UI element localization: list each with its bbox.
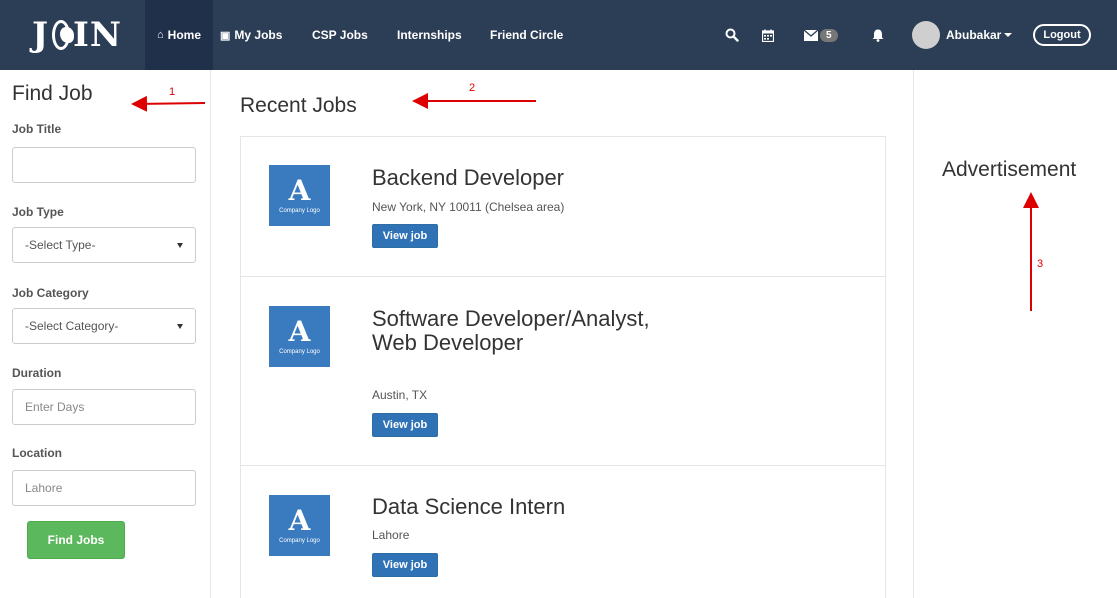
- view-job-button[interactable]: View job: [372, 413, 438, 437]
- duration-label: Duration: [12, 366, 62, 380]
- avatar[interactable]: [912, 21, 940, 49]
- view-job-button[interactable]: View job: [372, 224, 438, 248]
- job-type-select[interactable]: -Select Type-: [12, 227, 196, 263]
- annotation-label-1: 1: [169, 86, 176, 98]
- nav-my-jobs[interactable]: ▣ My Jobs: [208, 0, 294, 70]
- calendar-icon[interactable]: [762, 0, 774, 70]
- find-jobs-button[interactable]: Find Jobs: [27, 521, 125, 559]
- location-label: Location: [12, 446, 62, 460]
- advertisement-heading: Advertisement: [942, 158, 1077, 181]
- job-card: A Company Logo Backend Developer New Yor…: [240, 136, 886, 277]
- job-title-label: Job Title: [12, 122, 62, 136]
- advertisement-sidebar: [913, 70, 1117, 598]
- dropdown-arrow-icon: [177, 242, 183, 248]
- nav-csp-jobs[interactable]: CSP Jobs: [300, 0, 380, 70]
- company-logo-caption: Company Logo: [279, 208, 320, 214]
- briefcase-icon: ▣: [220, 29, 231, 42]
- user-menu[interactable]: Abubakar: [946, 0, 1013, 70]
- nav-home[interactable]: ⌂ Home: [145, 0, 213, 70]
- nav-friend-circle-label: Friend Circle: [490, 28, 564, 42]
- job-location: Lahore: [372, 528, 410, 542]
- message-count-badge: 5: [820, 28, 838, 42]
- home-icon: ⌂: [157, 29, 164, 41]
- nav-internships[interactable]: Internships: [385, 0, 474, 70]
- find-job-heading: Find Job: [12, 82, 93, 105]
- company-logo-caption: Company Logo: [279, 349, 320, 355]
- job-type-value: -Select Type-: [25, 238, 96, 252]
- logo-letter-j: J: [32, 15, 50, 55]
- location-value: Lahore: [25, 481, 63, 495]
- nav-internships-label: Internships: [397, 28, 462, 42]
- envelope-icon: [804, 29, 818, 41]
- logout-button[interactable]: Logout: [1033, 24, 1091, 46]
- company-logo: A Company Logo: [269, 495, 330, 556]
- company-logo-caption: Company Logo: [279, 538, 320, 544]
- logo-letters-in: IN: [73, 15, 122, 55]
- duration-placeholder: Enter Days: [25, 400, 85, 414]
- duration-input[interactable]: Enter Days: [12, 389, 196, 425]
- annotation-label-2: 2: [469, 82, 476, 94]
- job-location: Austin, TX: [372, 388, 428, 402]
- job-category-value: -Select Category-: [25, 319, 119, 333]
- nav-my-jobs-label: My Jobs: [234, 28, 283, 42]
- job-title[interactable]: Backend Developer: [372, 166, 672, 190]
- view-job-button[interactable]: View job: [372, 553, 438, 577]
- globe-icon: [52, 20, 74, 50]
- join-logo[interactable]: J IN: [32, 14, 122, 56]
- annotation-label-3: 3: [1037, 258, 1044, 270]
- job-title[interactable]: Software Developer/Analyst, Web Develope…: [372, 307, 662, 355]
- nav-csp-jobs-label: CSP Jobs: [312, 28, 368, 42]
- dropdown-arrow-icon: [177, 323, 183, 329]
- messages-button[interactable]: 5: [804, 0, 838, 70]
- nav-home-label: Home: [167, 28, 201, 42]
- job-location: New York, NY 10011 (Chelsea area): [372, 200, 565, 214]
- username-label: Abubakar: [946, 28, 1002, 42]
- job-title[interactable]: Data Science Intern: [372, 495, 672, 519]
- job-card: A Company Logo Data Science Intern Lahor…: [240, 465, 886, 598]
- search-icon[interactable]: [725, 0, 739, 70]
- job-type-label: Job Type: [12, 205, 64, 219]
- bell-icon[interactable]: [872, 0, 884, 70]
- company-logo: A Company Logo: [269, 306, 330, 367]
- job-card: A Company Logo Software Developer/Analys…: [240, 276, 886, 466]
- company-logo-letter: A: [288, 504, 311, 537]
- chevron-down-icon: [1004, 33, 1013, 37]
- location-input[interactable]: Lahore: [12, 470, 196, 506]
- top-navbar: J IN ⌂ Home ▣ My Jobs CSP Jobs Internshi…: [0, 0, 1117, 70]
- company-logo-letter: A: [288, 174, 311, 207]
- job-category-label: Job Category: [12, 286, 89, 300]
- nav-friend-circle[interactable]: Friend Circle: [478, 0, 575, 70]
- job-title-input[interactable]: [12, 147, 196, 183]
- job-category-select[interactable]: -Select Category-: [12, 308, 196, 344]
- company-logo-letter: A: [288, 315, 311, 348]
- recent-jobs-heading: Recent Jobs: [240, 94, 357, 117]
- company-logo: A Company Logo: [269, 165, 330, 226]
